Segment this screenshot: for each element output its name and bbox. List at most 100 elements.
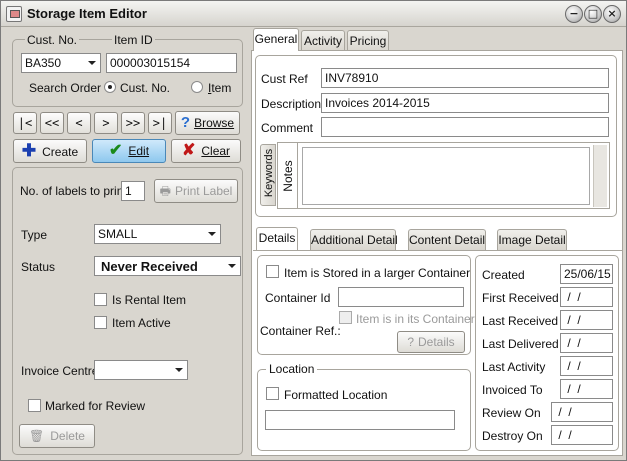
tab-divider: [253, 250, 622, 251]
title-bar[interactable]: Storage Item Editor − □ ×: [1, 1, 626, 27]
formatted-location-checkbox[interactable]: [266, 387, 279, 400]
edit-button[interactable]: ✔ Edit: [92, 139, 166, 163]
tab-notes[interactable]: Notes: [277, 142, 297, 209]
delete-button[interactable]: 🗑 Delete: [19, 424, 95, 448]
printer-icon: 🖶: [159, 184, 171, 198]
create-button[interactable]: ✚ Create: [13, 139, 87, 163]
type-combo[interactable]: SMALL: [94, 224, 221, 244]
container-id-input[interactable]: [338, 287, 464, 307]
comment-input[interactable]: [321, 117, 609, 137]
app-icon: [6, 6, 22, 22]
item-active-checkbox[interactable]: [94, 316, 107, 329]
tab-general[interactable]: General: [253, 28, 299, 51]
date-input-destroy-on[interactable]: / /: [551, 425, 613, 445]
invoice-centre-combo[interactable]: [94, 360, 188, 380]
labels-to-print-label: No. of labels to print: [20, 184, 127, 198]
window-title: Storage Item Editor: [27, 6, 147, 21]
chevron-down-icon[interactable]: [224, 257, 240, 275]
cust-ref-label: Cust Ref: [261, 72, 308, 86]
close-button[interactable]: ×: [603, 5, 621, 23]
date-label-last-activity: Last Activity: [482, 360, 546, 374]
container-id-label: Container Id: [265, 291, 331, 305]
tab-image-detail[interactable]: Image Detail: [497, 229, 567, 250]
x-icon: ✘: [181, 142, 196, 159]
tab-content-detail[interactable]: Content Detail: [408, 229, 486, 250]
radio-search-custno[interactable]: [104, 81, 116, 93]
edit-label: Edit: [128, 144, 150, 158]
date-label-last-received: Last Received: [482, 314, 559, 328]
date-input-last-received[interactable]: / /: [560, 310, 613, 330]
date-input-first-received[interactable]: / /: [560, 287, 613, 307]
in-container-checkbox[interactable]: [339, 311, 352, 324]
details-button[interactable]: ? Details: [397, 331, 465, 353]
help-icon: ?: [407, 335, 414, 349]
status-value: Never Received: [101, 259, 198, 274]
description-input[interactable]: Invoices 2014-2015: [321, 93, 609, 113]
nav-next-page-button[interactable]: >>: [121, 112, 145, 134]
print-label-button[interactable]: 🖶 Print Label: [154, 179, 238, 203]
browse-label: Browse: [194, 116, 235, 130]
clear-label: Clear: [201, 144, 231, 158]
tab-pricing[interactable]: Pricing: [347, 30, 389, 51]
tab-activity[interactable]: Activity: [301, 30, 345, 51]
container-ref-label: Container Ref.:: [260, 324, 341, 338]
date-label-last-delivered: Last Delivered: [482, 337, 559, 351]
date-input-last-delivered[interactable]: / /: [560, 333, 613, 353]
delete-label: Delete: [50, 429, 85, 443]
cust-no-value: BA350: [25, 56, 62, 70]
tab-additional-detail[interactable]: Additional Detail: [310, 229, 398, 250]
chevron-down-icon[interactable]: [171, 361, 187, 379]
location-input[interactable]: [265, 410, 455, 430]
notes-scrollbar[interactable]: [593, 145, 607, 207]
item-id-input[interactable]: 000003015154: [106, 53, 237, 73]
date-input-last-activity[interactable]: / /: [560, 356, 613, 376]
nav-prev-page-button[interactable]: <<: [40, 112, 64, 134]
cust-no-combo[interactable]: BA350: [21, 53, 101, 73]
details-button-label: Details: [418, 335, 455, 349]
stored-larger-checkbox[interactable]: [266, 265, 279, 278]
description-label: Description: [261, 97, 322, 111]
rental-item-label: Is Rental Item: [112, 293, 187, 307]
tab-details[interactable]: Details: [256, 227, 298, 250]
cust-ref-input[interactable]: INV78910: [321, 68, 609, 88]
chevron-down-icon[interactable]: [84, 54, 100, 72]
maximize-button[interactable]: □: [584, 5, 602, 23]
nav-first-button[interactable]: |<: [13, 112, 37, 134]
date-label-invoiced-to: Invoiced To: [482, 383, 543, 397]
notes-area: [297, 142, 610, 209]
minimize-button[interactable]: −: [565, 5, 583, 23]
marked-review-label: Marked for Review: [45, 399, 146, 413]
notes-textarea[interactable]: [302, 147, 590, 205]
in-container-label: Item is in its Container: [356, 312, 475, 326]
date-label-review-on: Review On: [482, 406, 541, 420]
item-id-label: Item ID: [112, 33, 155, 47]
tab-keywords[interactable]: Keywords: [260, 144, 276, 206]
date-label-first-received: First Received: [482, 291, 559, 305]
nav-prev-button[interactable]: <: [67, 112, 91, 134]
stored-larger-label: Item is Stored in a larger Container: [284, 266, 471, 280]
date-input-invoiced-to[interactable]: / /: [560, 379, 613, 399]
comment-label: Comment: [261, 121, 314, 135]
date-input-created[interactable]: 25/06/15: [560, 264, 613, 284]
status-combo[interactable]: Never Received: [94, 256, 241, 276]
rental-item-checkbox[interactable]: [94, 293, 107, 306]
nav-last-button[interactable]: >|: [148, 112, 172, 134]
type-value: SMALL: [98, 227, 138, 241]
date-label-created: Created: [482, 268, 525, 282]
browse-button[interactable]: ? Browse: [175, 111, 240, 135]
search-order-label: Search Order: [29, 81, 102, 95]
marked-review-checkbox[interactable]: [28, 399, 41, 412]
labels-count-input[interactable]: 1: [121, 181, 145, 201]
nav-next-button[interactable]: >: [94, 112, 118, 134]
create-label: Create: [42, 145, 79, 159]
notes-tab-label: Notes: [281, 160, 295, 192]
chevron-down-icon[interactable]: [204, 225, 220, 243]
item-active-label: Item Active: [112, 316, 171, 330]
date-input-review-on[interactable]: / /: [551, 402, 613, 422]
keywords-tab-label: Keywords: [263, 148, 275, 198]
location-group-label: Location: [266, 362, 318, 376]
radio-search-item[interactable]: [191, 81, 203, 93]
type-label: Type: [21, 228, 48, 242]
radio-custno-label: Cust. No.: [120, 81, 171, 95]
clear-button[interactable]: ✘ Clear: [171, 139, 241, 163]
